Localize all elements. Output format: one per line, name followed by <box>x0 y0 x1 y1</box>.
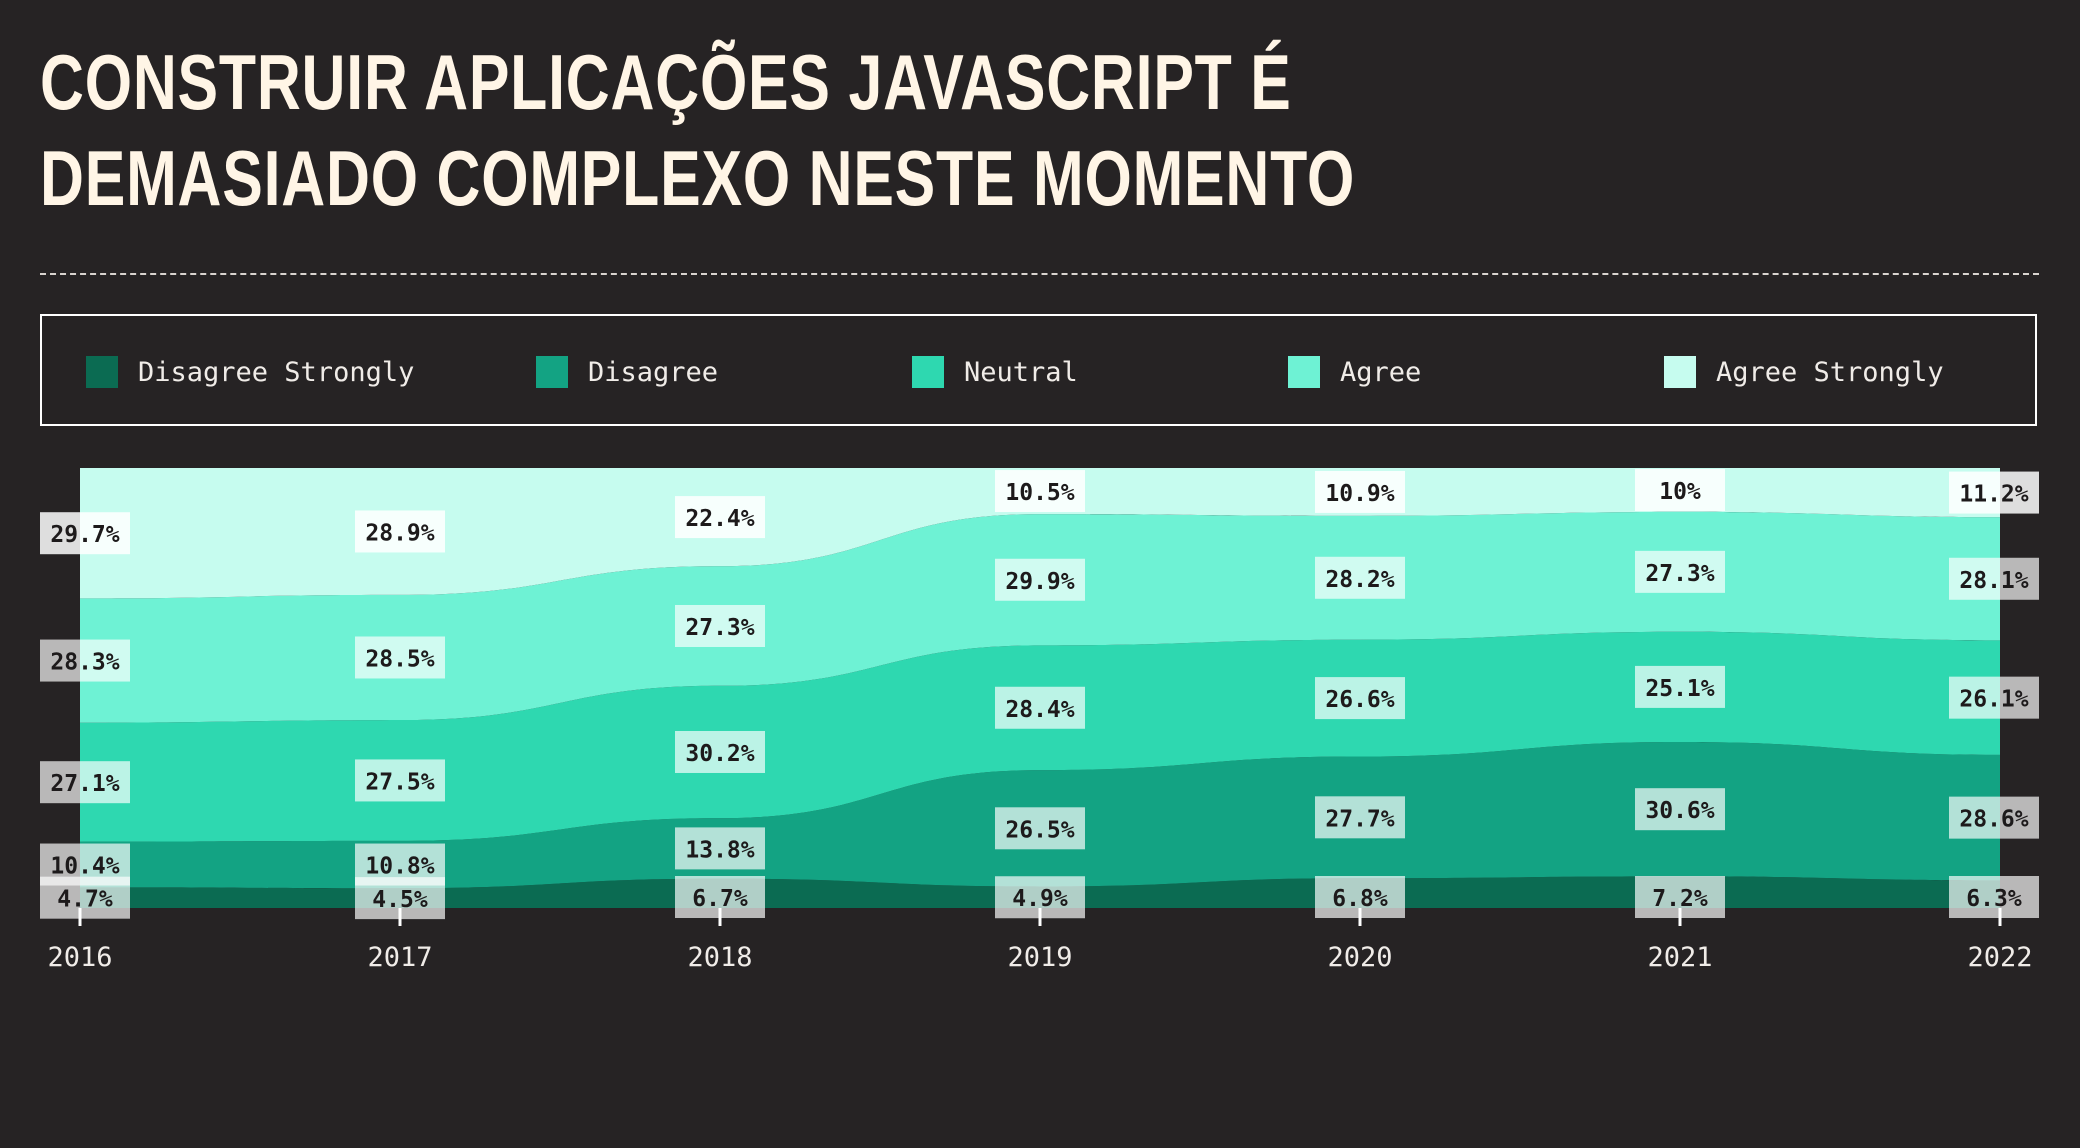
x-tick-label: 2018 <box>687 942 752 973</box>
data-label: 28.2% <box>1315 556 1405 599</box>
data-label: 10.9% <box>1315 470 1405 513</box>
data-label: 6.8% <box>1315 876 1405 918</box>
data-label: 10.4% <box>40 843 130 886</box>
data-label-text: 27.1% <box>50 771 119 797</box>
x-tick-label: 2016 <box>47 942 112 973</box>
data-label-text: 26.5% <box>1005 817 1074 843</box>
data-label: 28.6% <box>1949 796 2039 839</box>
stacked-area-chart: 2016 2017 2018 2019 2020 2021 2022 4.7% 4.5% 6.7%… <box>40 468 2039 973</box>
data-label: 22.4% <box>675 496 765 539</box>
data-label: 30.2% <box>675 730 765 773</box>
data-label-text: 30.2% <box>685 741 754 767</box>
data-label-text: 28.4% <box>1005 697 1074 723</box>
data-label-text: 6.7% <box>692 886 748 912</box>
data-label-text: 28.1% <box>1959 568 2028 594</box>
data-label-text: 30.6% <box>1645 798 1714 824</box>
data-label: 27.3% <box>675 604 765 647</box>
data-label-text: 28.3% <box>50 650 119 676</box>
data-label-text: 27.3% <box>1645 561 1714 587</box>
data-label-text: 26.1% <box>1959 687 2028 713</box>
data-label-text: 29.9% <box>1005 569 1074 595</box>
data-label: 4.9% <box>995 876 1085 919</box>
data-label: 27.1% <box>40 761 130 804</box>
data-label-text: 28.6% <box>1959 807 2028 833</box>
data-label-text: 10% <box>1659 479 1701 505</box>
data-label: 26.5% <box>995 807 1085 850</box>
data-label: 27.3% <box>1635 550 1725 593</box>
x-tick-label: 2019 <box>1007 942 1072 973</box>
data-label: 7.2% <box>1635 876 1725 918</box>
data-label: 28.5% <box>355 636 445 679</box>
data-label: 28.9% <box>355 510 445 553</box>
data-label: 26.1% <box>1949 676 2039 719</box>
data-label-text: 10.8% <box>365 854 434 880</box>
data-label: 6.3% <box>1949 876 2039 918</box>
data-label: 28.4% <box>995 686 1085 729</box>
data-label-text: 22.4% <box>685 506 754 532</box>
data-label-text: 29.7% <box>50 522 119 548</box>
data-label-text: 27.3% <box>685 615 754 641</box>
data-label-text: 10.4% <box>50 854 119 880</box>
data-label-text: 6.8% <box>1332 886 1388 912</box>
data-label-text: 28.5% <box>365 646 434 672</box>
data-label-text: 25.1% <box>1645 676 1714 702</box>
data-label-text: 6.3% <box>1966 886 2022 912</box>
x-tick-label: 2021 <box>1647 942 1712 973</box>
data-label: 25.1% <box>1635 665 1725 708</box>
data-label-text: 10.9% <box>1325 481 1394 507</box>
x-tick-label: 2020 <box>1327 942 1392 973</box>
data-label: 30.6% <box>1635 788 1725 831</box>
data-label-text: 26.6% <box>1325 687 1394 713</box>
data-label: 29.9% <box>995 558 1085 601</box>
data-label: 28.1% <box>1949 557 2039 600</box>
data-label-text: 11.2% <box>1959 482 2028 508</box>
data-label: 27.5% <box>355 759 445 802</box>
x-tick-label: 2017 <box>367 942 432 973</box>
data-label: 28.3% <box>40 639 130 682</box>
data-label: 10% <box>1635 468 1725 511</box>
data-label: 6.7% <box>675 876 765 918</box>
data-label-text: 28.9% <box>365 520 434 546</box>
data-label-text: 4.9% <box>1012 886 1068 912</box>
data-label-text: 10.5% <box>1005 480 1074 506</box>
data-label: 29.7% <box>40 512 130 555</box>
data-label-text: 4.5% <box>372 887 428 913</box>
data-label-text: 7.2% <box>1652 886 1708 912</box>
data-label-text: 27.5% <box>365 769 434 795</box>
data-label: 11.2% <box>1949 471 2039 514</box>
data-label-text: 28.2% <box>1325 567 1394 593</box>
data-label-text: 4.7% <box>57 887 113 913</box>
data-label: 10.8% <box>355 843 445 886</box>
x-tick-label: 2022 <box>1967 942 2032 973</box>
data-label: 27.7% <box>1315 796 1405 839</box>
data-label-text: 27.7% <box>1325 806 1394 832</box>
data-label: 10.5% <box>995 470 1085 513</box>
data-label: 13.8% <box>675 827 765 870</box>
data-label-text: 13.8% <box>685 837 754 863</box>
data-label: 26.6% <box>1315 677 1405 720</box>
